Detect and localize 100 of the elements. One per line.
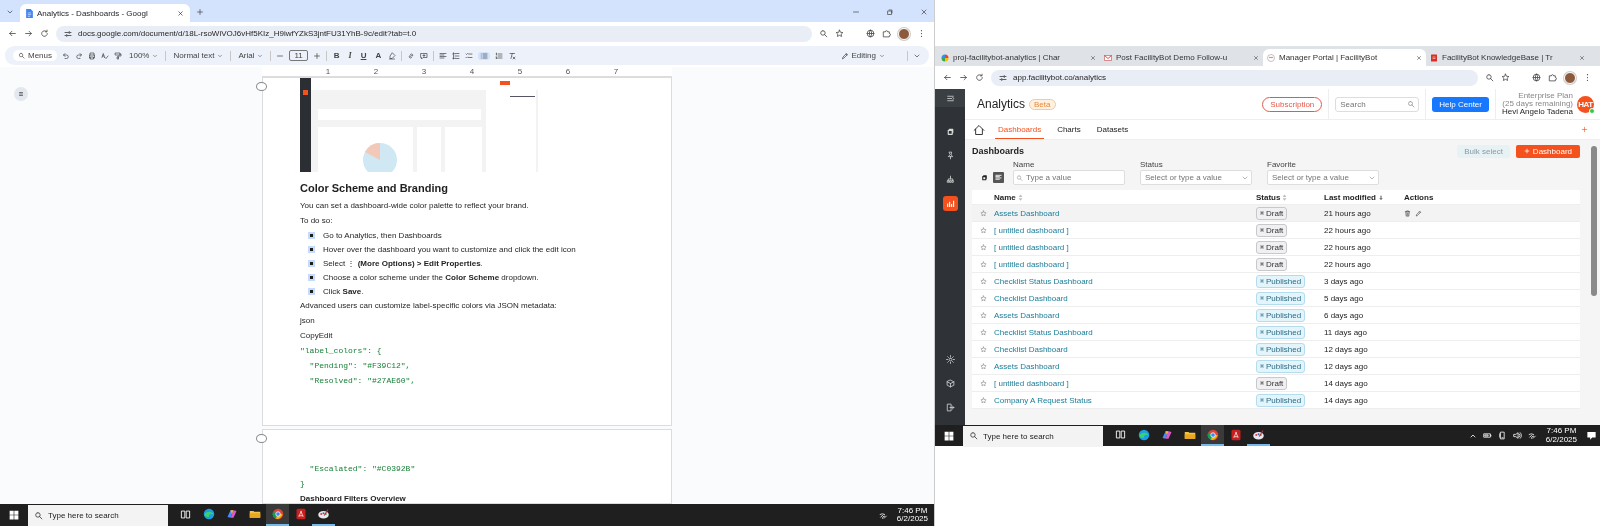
home-icon[interactable] [973,123,985,136]
cube-icon[interactable] [945,379,955,388]
dashboard-link[interactable]: [ untitled dashboard ] [994,259,1256,269]
browser-tab[interactable]: proj-facilitybot-analytics | Char [937,49,1100,66]
avatar[interactable] [898,27,910,40]
star-icon[interactable] [980,328,987,336]
palette-icon[interactable] [317,508,330,520]
format-button[interactable]: A [373,51,384,60]
dashboard-link[interactable]: [ untitled dashboard ] [994,242,1256,252]
tune-icon[interactable] [64,29,72,38]
search-field[interactable]: Type here to search [963,426,1103,447]
table-row[interactable]: Company A Request Status Published 14 days ago [972,392,1580,409]
close-icon[interactable] [920,8,928,16]
star-icon[interactable] [980,379,987,387]
tune-icon[interactable] [999,73,1007,82]
table-row[interactable]: Checklist Status Dashboard Published 11 days ago [972,324,1580,341]
clear-format-icon[interactable] [508,51,517,60]
close-icon[interactable] [1090,54,1096,61]
forward-icon[interactable] [959,73,968,82]
table-row[interactable]: Assets Dashboard Draft 21 hours ago [972,205,1580,222]
comment-icon[interactable] [420,51,429,60]
search-field[interactable]: Type here to search [28,504,168,526]
filter-field[interactable]: Type a value [1013,170,1125,185]
wave-icon[interactable] [1137,428,1150,441]
close-icon[interactable] [177,9,184,17]
exit-icon[interactable] [945,403,955,412]
print-icon[interactable] [88,51,96,60]
dashboard-link[interactable]: Checklist Status Dashboard [994,276,1256,286]
zoom-select[interactable]: 100% [127,51,161,60]
close-icon[interactable] [1416,54,1422,61]
filter-field[interactable]: Select or type a value [1267,170,1379,185]
editing-mode-button[interactable]: Editing [838,51,887,60]
menus-search[interactable]: Menus [13,50,57,61]
avatar[interactable] [1564,71,1576,84]
table-row[interactable]: Assets Dashboard Published 6 days ago [972,307,1580,324]
format-button[interactable]: I [346,51,354,60]
task-view-icon[interactable] [1115,429,1126,440]
redo-icon[interactable] [75,51,83,60]
browser-icon[interactable] [1206,428,1219,441]
reload-icon[interactable] [975,73,984,82]
browser-tab[interactable]: Analytics - Dashboards - Googl [20,4,190,22]
dashboard-link[interactable]: [ untitled dashboard ] [994,378,1256,388]
nav-tab[interactable]: Dashboards [995,120,1045,139]
clock-time[interactable]: 7:46 PM [1546,427,1577,436]
star-icon[interactable] [980,396,987,404]
subscription-button[interactable]: Subscription [1262,96,1323,112]
reload-icon[interactable] [40,29,49,38]
star-icon[interactable] [1501,73,1510,82]
dashboard-link[interactable]: Checklist Dashboard [994,344,1256,354]
star-icon[interactable] [980,226,987,234]
spellcheck-icon[interactable] [101,51,109,60]
table-row[interactable]: Checklist Dashboard Published 5 days ago [972,290,1580,307]
windows-icon[interactable] [9,510,19,520]
url-text[interactable]: docs.google.com/document/d/18L-rsoWiVOJ6vHf5KIz_H9iwfYZkS3jntFU31YhB-9c/edit?tab=t.0 [78,29,417,38]
dashboard-link[interactable]: Company A Request Status [994,395,1256,405]
sort-down-icon[interactable] [1378,193,1384,201]
document-icon[interactable] [294,508,307,520]
star-icon[interactable] [980,277,987,285]
ruler[interactable]: 1 2 3 4 5 6 7 [262,67,672,77]
column-header[interactable]: Name [994,192,1016,202]
table-row[interactable]: Checklist Dashboard Published 12 days ago [972,341,1580,358]
edit-icon[interactable] [1415,209,1422,217]
dashboard-link[interactable]: Assets Dashboard [994,208,1256,218]
folder-icon[interactable] [248,508,261,520]
collapse-menu-icon[interactable] [945,93,955,103]
help-center-button[interactable]: Help Center [1432,96,1489,112]
dashboard-link[interactable]: Checklist Status Dashboard [994,327,1256,337]
star-icon[interactable] [980,345,987,353]
browser-tab[interactable]: Manager Portal | FacilityBot [1263,49,1426,66]
address-bar[interactable]: app.facilitybot.co/analytics [991,69,1478,86]
format-button[interactable]: B [331,51,342,60]
undo-icon[interactable] [62,51,70,60]
grid-icon[interactable] [945,127,955,136]
hierarchy-icon[interactable] [945,175,955,184]
ribbon-icon[interactable] [1160,428,1173,441]
table-row[interactable]: [ untitled dashboard ] Draft 22 hours ago [972,222,1580,239]
palette-icon[interactable] [1252,428,1265,441]
browser-tab[interactable]: FacilityBot KnowledgeBase | Tr [1426,49,1589,66]
font-select[interactable]: Arial [236,51,266,60]
url-text[interactable]: app.facilitybot.co/analytics [1013,73,1106,82]
table-row[interactable]: [ untitled dashboard ] Draft 14 days ago [972,375,1580,392]
column-header[interactable]: Last modified [1324,192,1376,202]
font-size-field[interactable]: 11 [289,50,308,61]
delete-icon[interactable] [1404,209,1411,217]
highlighter-icon[interactable] [388,51,397,60]
caret-icon[interactable] [6,8,14,16]
column-header[interactable]: Status [1256,192,1281,202]
numbered-list-icon[interactable] [495,51,504,60]
comment-anchor-icon[interactable] [256,434,267,443]
star-icon[interactable] [980,209,987,217]
table-row[interactable]: [ untitled dashboard ] Draft 22 hours ago [972,239,1580,256]
table-row[interactable]: Assets Dashboard Published 12 days ago [972,358,1580,375]
dashboard-link[interactable]: Assets Dashboard [994,310,1256,320]
star-icon[interactable] [980,243,987,251]
task-view-icon[interactable] [180,508,191,520]
puzzle-icon[interactable] [882,29,891,38]
table-row[interactable]: Checklist Status Dashboard Published 3 days ago [972,273,1580,290]
battery-icon[interactable] [1482,431,1492,440]
star-icon[interactable] [980,362,987,370]
wave-icon[interactable] [202,508,215,520]
